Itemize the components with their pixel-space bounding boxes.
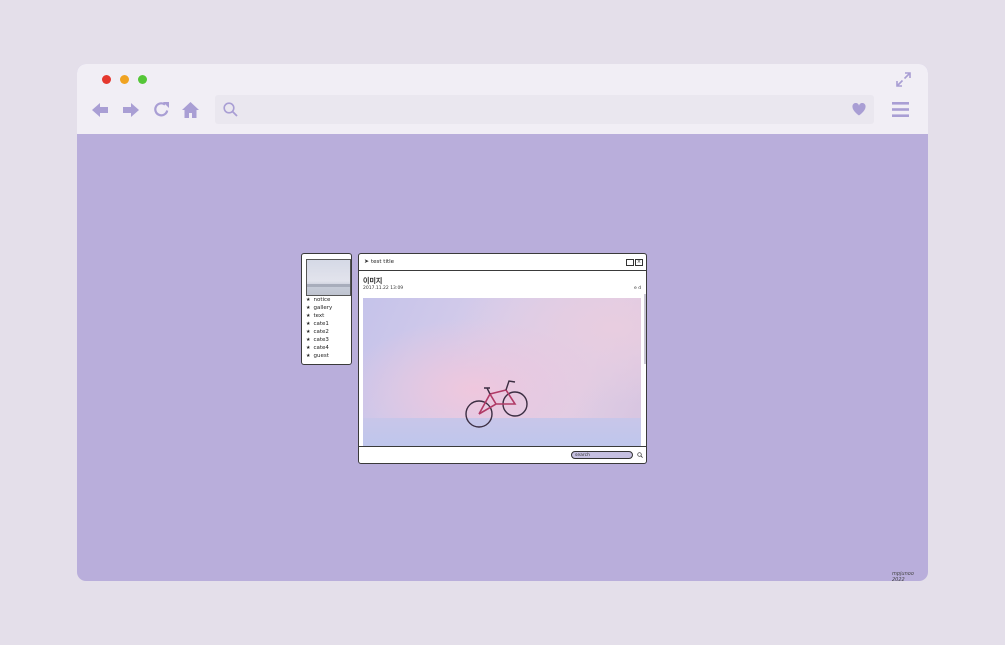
sidebar-menu: ★ notice ★ gallery ★ text ★ cate1 ★ cate2 ★ ca…	[306, 296, 332, 360]
sidebar-item-label: gallery	[313, 305, 333, 311]
sidebar-item-cate3[interactable]: ★ cate3	[306, 336, 332, 344]
back-icon[interactable]	[91, 101, 109, 119]
pink-bicycle-photo	[363, 298, 641, 446]
post-window: ➤ test title × 이미지 2017.11.22 13:09 e d	[358, 253, 647, 464]
star-icon: ★	[306, 337, 311, 343]
sidebar-item-cate1[interactable]: ★ cate1	[306, 320, 332, 328]
bicycle-image	[465, 380, 528, 428]
star-icon: ★	[306, 345, 311, 351]
minimize-window-button[interactable]	[120, 75, 129, 84]
sidebar-item-label: cate4	[313, 345, 329, 351]
window-titlebar: ➤ test title ×	[359, 254, 646, 271]
search-icon[interactable]	[637, 452, 643, 458]
star-icon: ★	[306, 313, 311, 319]
window-scrollbar[interactable]	[644, 294, 646, 364]
window-maximize-button[interactable]	[626, 259, 634, 266]
search-input[interactable]: search	[571, 451, 633, 459]
window-footer: search	[359, 446, 646, 464]
expand-icon[interactable]	[896, 72, 911, 87]
footer-credit: mpjunoo 2022	[892, 571, 914, 581]
browser-toolbar	[77, 64, 928, 134]
sidebar-panel: ★ notice ★ gallery ★ text ★ cate1 ★ cate2 ★ ca…	[301, 253, 352, 365]
post-date: 2017.11.22 13:09	[363, 286, 404, 291]
browser-window: ★ notice ★ gallery ★ text ★ cate1 ★ cate2 ★ ca…	[77, 64, 928, 581]
arrow-right-icon: ➤	[364, 258, 370, 265]
sidebar-item-cate4[interactable]: ★ cate4	[306, 344, 332, 352]
hamburger-menu-icon[interactable]	[892, 101, 909, 118]
post-edit-link[interactable]: e d	[634, 286, 641, 291]
star-icon: ★	[306, 329, 311, 335]
sidebar-item-notice[interactable]: ★ notice	[306, 296, 332, 304]
window-close-button[interactable]: ×	[635, 259, 643, 266]
sidebar-item-label: cate1	[313, 321, 329, 327]
sidebar-item-text[interactable]: ★ text	[306, 312, 332, 320]
sidebar-item-label: notice	[313, 297, 331, 303]
sidebar-item-cate2[interactable]: ★ cate2	[306, 328, 332, 336]
post-title: 이미지	[363, 277, 383, 285]
page-content: ★ notice ★ gallery ★ text ★ cate1 ★ cate2 ★ ca…	[77, 134, 928, 581]
address-bar[interactable]	[215, 95, 874, 124]
reload-icon[interactable]	[153, 101, 170, 118]
star-icon: ★	[306, 297, 311, 303]
sidebar-item-label: text	[313, 313, 325, 319]
star-icon: ★	[306, 321, 311, 327]
landscape-thumbnail	[306, 259, 351, 296]
home-icon[interactable]	[181, 101, 200, 119]
sidebar-item-label: cate2	[313, 329, 329, 335]
sidebar-item-guest[interactable]: ★ guest	[306, 352, 332, 360]
window-title: test title	[371, 259, 395, 265]
sidebar-item-label: guest	[313, 353, 329, 359]
sidebar-item-gallery[interactable]: ★ gallery	[306, 304, 332, 312]
maximize-window-button[interactable]	[138, 75, 147, 84]
forward-icon[interactable]	[122, 101, 140, 119]
close-window-button[interactable]	[102, 75, 111, 84]
search-icon	[223, 102, 238, 117]
sidebar-item-label: cate3	[313, 337, 329, 343]
heart-icon[interactable]	[852, 103, 866, 116]
star-icon: ★	[306, 353, 311, 359]
star-icon: ★	[306, 305, 311, 311]
